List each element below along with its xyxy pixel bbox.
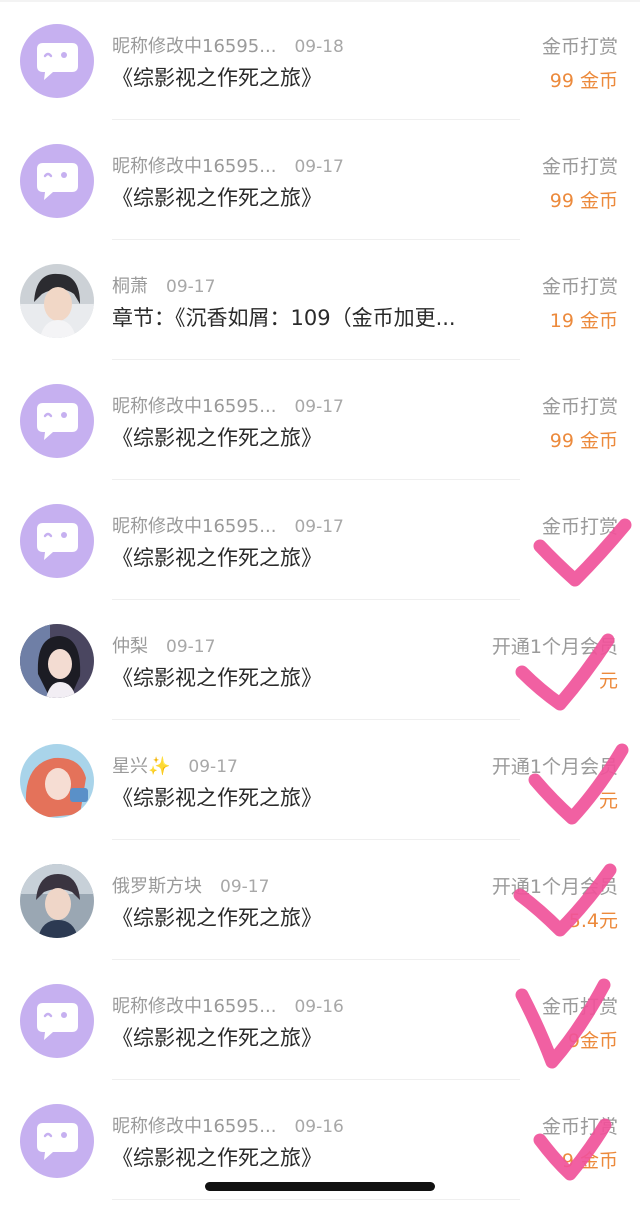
user-meta: 昵称修改中16595... 09-17 xyxy=(112,392,344,418)
transaction-type: 金币打赏 xyxy=(541,1116,618,1138)
item-title: 《综影视之作死之旅》 xyxy=(112,666,322,690)
user-meta: 俄罗斯方块 09-17 xyxy=(112,872,269,898)
purple-chat-avatar[interactable] xyxy=(20,384,94,458)
item-title: 《综影视之作死之旅》 xyxy=(112,786,322,810)
transaction-amount: 19 金币 xyxy=(549,310,618,332)
photo-avatar-boy[interactable] xyxy=(20,864,94,938)
list-item[interactable]: 俄罗斯方块 09-17 《综影视之作死之旅》 开通1个月会员 5.4元 xyxy=(0,840,640,960)
transaction-type: 金币打赏 xyxy=(541,396,618,418)
item-title: 《综影视之作死之旅》 xyxy=(112,426,322,450)
purple-chat-avatar[interactable] xyxy=(20,1104,94,1178)
item-title: 《综影视之作死之旅》 xyxy=(112,1146,322,1170)
transaction-type: 金币打赏 xyxy=(541,996,618,1018)
date: 09-17 xyxy=(188,757,238,777)
list-item[interactable]: 昵称修改中16595... 09-17 《综影视之作死之旅》 金币打赏 xyxy=(0,480,640,600)
date: 09-16 xyxy=(294,997,344,1017)
date: 09-18 xyxy=(294,37,344,57)
item-title: 《综影视之作死之旅》 xyxy=(112,906,322,930)
transaction-amount: 99 金币 xyxy=(549,70,618,92)
list-item[interactable]: 昵称修改中16595... 09-17 《综影视之作死之旅》 金币打赏 99 金币 xyxy=(0,120,640,240)
list-item[interactable]: 星兴✨ 09-17 《综影视之作死之旅》 开通1个月会员元 xyxy=(0,720,640,840)
purple-chat-avatar[interactable] xyxy=(20,504,94,578)
purple-chat-avatar[interactable] xyxy=(20,24,94,98)
date: 09-17 xyxy=(220,877,270,897)
transaction-amount: 5.4元 xyxy=(568,910,618,932)
transaction-type: 开通1个月会员 xyxy=(491,876,618,898)
user-meta: 昵称修改中16595... 09-16 xyxy=(112,992,344,1018)
list-item[interactable]: 仲梨 09-17 《综影视之作死之旅》 开通1个月会员元 xyxy=(0,600,640,720)
photo-avatar-man[interactable] xyxy=(20,264,94,338)
transaction-type: 开通1个月会员 xyxy=(491,636,618,658)
photo-avatar-redhair[interactable] xyxy=(20,744,94,818)
item-title: 《综影视之作死之旅》 xyxy=(112,186,322,210)
date: 09-17 xyxy=(166,277,216,297)
transaction-amount: 9金币 xyxy=(567,1030,618,1052)
user-meta: 仲梨 09-17 xyxy=(112,632,215,658)
transaction-type: 金币打赏 xyxy=(541,156,618,178)
transaction-type: 金币打赏 xyxy=(541,516,618,538)
user-meta: 昵称修改中16595... 09-16 xyxy=(112,1112,344,1138)
user-meta: 星兴✨ 09-17 xyxy=(112,752,238,778)
date: 09-17 xyxy=(294,517,344,537)
user-name: 仲梨 xyxy=(112,636,148,657)
list-item[interactable]: 昵称修改中16595... 09-17 《综影视之作死之旅》 金币打赏 99 金币 xyxy=(0,360,640,480)
user-name: 昵称修改中16595... xyxy=(112,156,277,177)
list-item[interactable]: 桐萧 09-17 章节：《沉香如屑：109（金币加更... 金币打赏 19 金币 xyxy=(0,240,640,360)
user-name: 昵称修改中16595... xyxy=(112,996,277,1017)
transaction-type: 金币打赏 xyxy=(541,36,618,58)
user-name: 昵称修改中16595... xyxy=(112,1116,277,1137)
item-title: 《综影视之作死之旅》 xyxy=(112,66,322,90)
transaction-type: 金币打赏 xyxy=(541,276,618,298)
date: 09-16 xyxy=(294,1117,344,1137)
row-divider xyxy=(112,1199,520,1200)
user-meta: 昵称修改中16595... 09-17 xyxy=(112,512,344,538)
item-title: 章节：《沉香如屑：109（金币加更... xyxy=(112,306,456,330)
transaction-amount: 9 金币 xyxy=(561,1150,618,1172)
transaction-list: 昵称修改中16595... 09-18 《综影视之作死之旅》 金币打赏 99 金币 昵称修… xyxy=(0,0,640,1200)
transaction-amount: 99 金币 xyxy=(549,190,618,212)
user-meta: 昵称修改中16595... 09-18 xyxy=(112,32,344,58)
transaction-amount: 元 xyxy=(598,670,618,692)
purple-chat-avatar[interactable] xyxy=(20,144,94,218)
purple-chat-avatar[interactable] xyxy=(20,984,94,1058)
user-meta: 桐萧 09-17 xyxy=(112,272,215,298)
item-title: 《综影视之作死之旅》 xyxy=(112,1026,322,1050)
transaction-amount: 元 xyxy=(598,790,618,812)
user-name: 昵称修改中16595... xyxy=(112,516,277,537)
user-name: 昵称修改中16595... xyxy=(112,36,277,57)
transaction-type: 开通1个月会员 xyxy=(491,756,618,778)
list-item[interactable]: 昵称修改中16595... 09-18 《综影视之作死之旅》 金币打赏 99 金币 xyxy=(0,0,640,120)
user-meta: 昵称修改中16595... 09-17 xyxy=(112,152,344,178)
item-title: 《综影视之作死之旅》 xyxy=(112,546,322,570)
user-name: 星兴✨ xyxy=(112,756,171,777)
transaction-amount: 99 金币 xyxy=(549,430,618,452)
date: 09-17 xyxy=(294,157,344,177)
date: 09-17 xyxy=(294,397,344,417)
list-item[interactable]: 昵称修改中16595... 09-16 《综影视之作死之旅》 金币打赏 9金币 xyxy=(0,960,640,1080)
user-name: 昵称修改中16595... xyxy=(112,396,277,417)
photo-avatar-girl[interactable] xyxy=(20,624,94,698)
user-name: 桐萧 xyxy=(112,276,148,297)
user-name: 俄罗斯方块 xyxy=(112,876,202,897)
home-indicator xyxy=(205,1182,435,1191)
date: 09-17 xyxy=(166,637,216,657)
